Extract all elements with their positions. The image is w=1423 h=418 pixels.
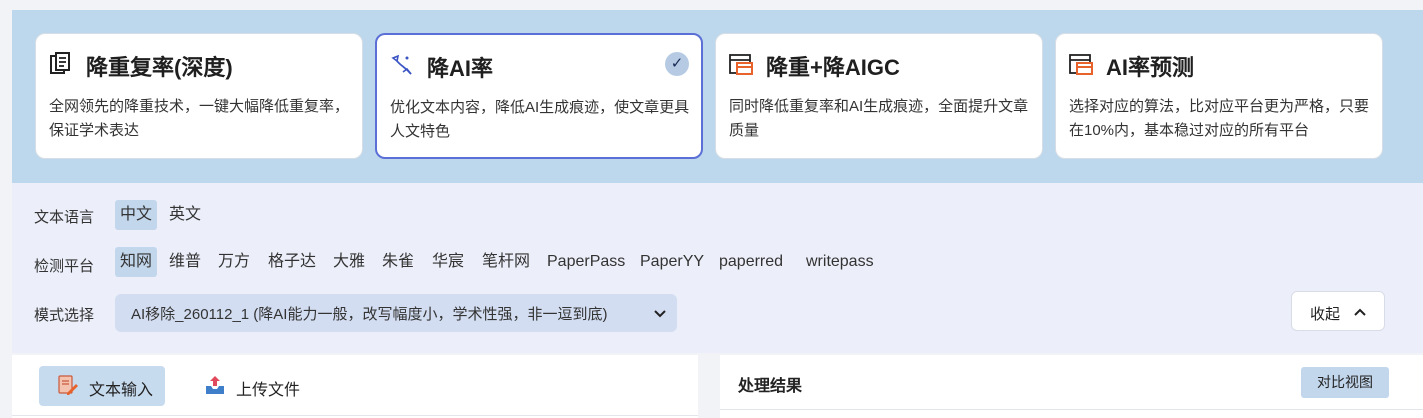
- options-panel: 文本语言 中文 英文 检测平台 知网 维普 万方 格子达 大雅 朱雀 华宸 笔杆…: [12, 183, 1423, 353]
- mode-card-title: 降AI率: [427, 56, 494, 81]
- platform-chip-gezida[interactable]: 格子达: [263, 247, 321, 277]
- input-panel: 文本输入 上传文件: [12, 355, 698, 418]
- platform-chip-wanfang[interactable]: 万方: [213, 247, 255, 277]
- sparkle-wand-icon: [391, 54, 412, 75]
- language-chip-zh[interactable]: 中文: [115, 200, 158, 230]
- mode-card-dedup-aigc[interactable]: 降重+降AIGC 同时降低重复率和AI生成痕迹，全面提升文章质量: [715, 33, 1043, 159]
- selected-check-icon: ✓: [665, 52, 689, 76]
- document-stack-icon: [50, 52, 70, 74]
- collapse-button-label: 收起: [1310, 306, 1341, 323]
- mode-card-ai-predict[interactable]: AI率预测 选择对应的算法，比对应平台更为严格，只要在10%内，基本稳过对应的所…: [1055, 33, 1383, 159]
- tab-upload-file[interactable]: 上传文件: [186, 366, 312, 406]
- platform-chip-paperyy[interactable]: PaperYY: [635, 247, 709, 277]
- platform-chip-cnki[interactable]: 知网: [115, 247, 158, 277]
- panel-divider: [720, 409, 1423, 410]
- platform-chip-paperpass[interactable]: PaperPass: [542, 247, 630, 277]
- platform-chip-huachen[interactable]: 华宸: [427, 247, 469, 277]
- compare-view-button[interactable]: 对比视图: [1301, 367, 1389, 398]
- tab-text-input[interactable]: 文本输入: [39, 366, 165, 406]
- edit-document-icon: [58, 375, 78, 395]
- platform-chip-paperred[interactable]: paperred: [714, 247, 788, 277]
- platform-chip-writepass[interactable]: writepass: [801, 247, 879, 277]
- mode-label: 模式选择: [34, 307, 95, 324]
- mode-card-reduce-ai[interactable]: 降AI率 ✓ 优化文本内容，降低AI生成痕迹，使文章更具人文特色: [375, 33, 703, 159]
- language-chip-en[interactable]: 英文: [164, 200, 206, 230]
- platform-chip-bigan[interactable]: 笔杆网: [477, 247, 535, 277]
- result-title: 处理结果: [738, 378, 803, 395]
- browser-window-icon: [729, 54, 753, 75]
- mode-card-title: 降重复率(深度): [86, 55, 233, 80]
- mode-card-desc: 选择对应的算法，比对应平台更为严格，只要在10%内，基本稳过对应的所有平台: [1069, 98, 1370, 139]
- mode-card-title: AI率预测: [1106, 55, 1195, 80]
- tab-label: 上传文件: [236, 382, 301, 399]
- platform-chip-daya[interactable]: 大雅: [328, 247, 370, 277]
- mode-card-title: 降重+降AIGC: [766, 55, 900, 80]
- result-panel: 处理结果 对比视图: [720, 355, 1423, 418]
- mode-card-desc: 同时降低重复率和AI生成痕迹，全面提升文章质量: [729, 98, 1029, 139]
- upload-tray-icon: [206, 376, 224, 394]
- mode-card-dedup[interactable]: 降重复率(深度) 全网领先的降重技术，一键大幅降低重复率，保证学术表达: [35, 33, 363, 159]
- chevron-up-icon: [1354, 308, 1366, 316]
- app-root: 降重复率(深度) 全网领先的降重技术，一键大幅降低重复率，保证学术表达 降AI率…: [12, 10, 1423, 418]
- chevron-down-icon: [654, 310, 666, 318]
- tab-label: 文本输入: [89, 382, 154, 399]
- platform-label: 检测平台: [34, 258, 95, 275]
- mode-card-desc: 优化文本内容，降低AI生成痕迹，使文章更具人文特色: [390, 99, 690, 140]
- browser-window-icon: [1069, 54, 1093, 75]
- mode-select[interactable]: AI移除_260112_1 (降AI能力一般，改写幅度小，学术性强，非一逗到底): [115, 294, 677, 332]
- panel-divider: [12, 415, 698, 416]
- mode-card-row: 降重复率(深度) 全网领先的降重技术，一键大幅降低重复率，保证学术表达 降AI率…: [12, 10, 1423, 183]
- mode-card-desc: 全网领先的降重技术，一键大幅降低重复率，保证学术表达: [49, 98, 350, 139]
- platform-chip-zhuque[interactable]: 朱雀: [377, 247, 419, 277]
- platform-chip-weipu[interactable]: 维普: [164, 247, 206, 277]
- language-label: 文本语言: [34, 209, 95, 226]
- mode-select-value: AI移除_260112_1 (降AI能力一般，改写幅度小，学术性强，非一逗到底): [131, 306, 608, 323]
- collapse-button[interactable]: 收起: [1291, 291, 1385, 331]
